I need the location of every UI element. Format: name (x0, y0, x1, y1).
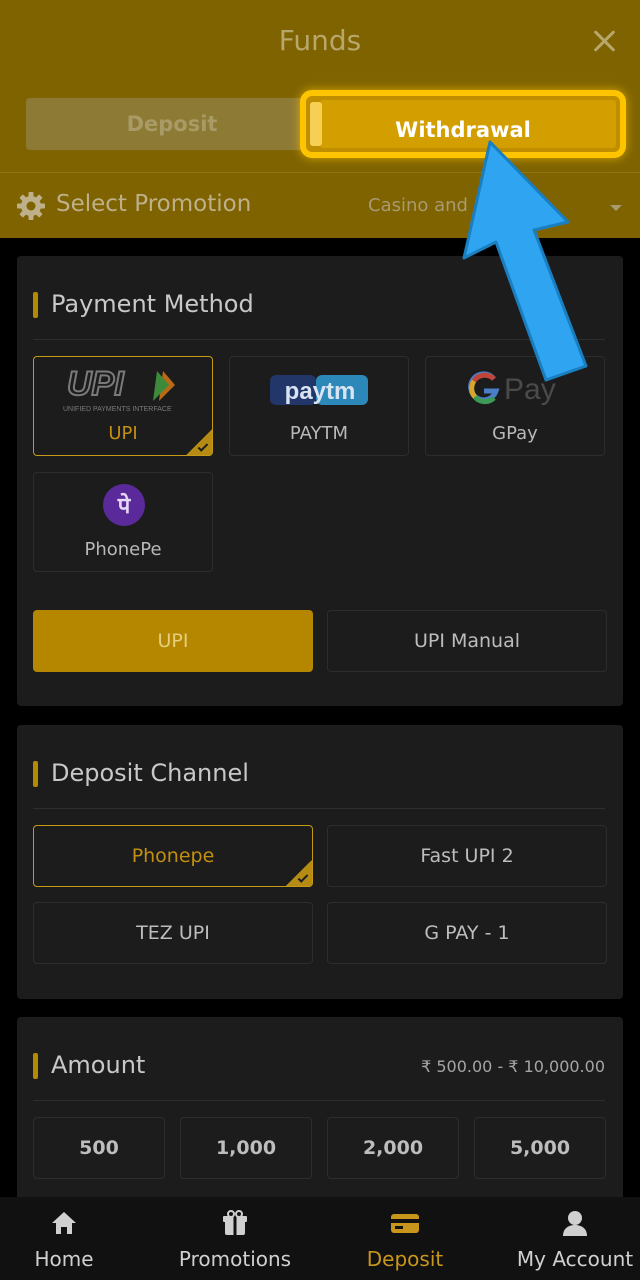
upi-logo: UPI UNIFIED PAYMENTS INTERFACE (63, 364, 175, 413)
checkmark-icon (286, 860, 312, 886)
payment-option-label: PAYTM (289, 423, 349, 444)
gear-icon (17, 192, 45, 220)
annotation-arrow-icon (462, 140, 588, 382)
caret-down-icon (610, 205, 622, 211)
home-icon (52, 1212, 76, 1234)
promotion-label: Select Promotion (56, 191, 252, 217)
amount-card: Amount ₹ 500.00 - ₹ 10,000.00 500 1,000 … (17, 1017, 623, 1217)
tab-deposit[interactable]: Deposit (26, 98, 318, 150)
deposit-channel-title: Deposit Channel (51, 759, 249, 787)
payment-option-upi[interactable]: UPI UNIFIED PAYMENTS INTERFACE UPI (33, 356, 213, 456)
section-accent-bar (33, 1053, 38, 1079)
payment-option-phonepe[interactable]: पे PhonePe (33, 472, 213, 572)
nav-label: Home (34, 1247, 94, 1271)
page-title: Funds (278, 24, 362, 57)
nav-my-account[interactable]: My Account (510, 1197, 640, 1280)
svg-text:पे: पे (117, 492, 132, 519)
payment-option-label: PhonePe (84, 539, 162, 560)
svg-text:UPI: UPI (67, 365, 125, 403)
divider (33, 808, 605, 809)
amount-preset-500[interactable]: 500 (33, 1117, 165, 1179)
channel-gpay-1-button[interactable]: G PAY - 1 (327, 902, 607, 964)
close-icon[interactable] (590, 26, 620, 56)
amount-preset-1000[interactable]: 1,000 (180, 1117, 312, 1179)
amount-preset-2000[interactable]: 2,000 (327, 1117, 459, 1179)
checkmark-icon (186, 429, 212, 455)
phonepe-logo: पे (103, 484, 145, 526)
svg-text:UNIFIED PAYMENTS INTERFACE: UNIFIED PAYMENTS INTERFACE (63, 406, 172, 413)
section-accent-bar (33, 761, 38, 787)
divider (33, 1100, 605, 1101)
tab-withdrawal-knob (310, 102, 322, 146)
deposit-channel-header: Deposit Channel (33, 759, 605, 789)
amount-header: Amount ₹ 500.00 - ₹ 10,000.00 (33, 1051, 605, 1081)
amount-preset-5000[interactable]: 5,000 (474, 1117, 606, 1179)
mode-upi-button[interactable]: UPI (33, 610, 313, 672)
card-icon (391, 1214, 419, 1233)
user-icon (563, 1211, 587, 1236)
deposit-channel-card: Deposit Channel Phonepe Fast UPI 2 TEZ U… (17, 725, 623, 999)
channel-phonepe-button[interactable]: Phonepe (33, 825, 313, 887)
section-accent-bar (33, 292, 38, 318)
payment-method-title: Payment Method (51, 290, 254, 318)
nav-home[interactable]: Home (0, 1197, 128, 1280)
bottom-nav: Home Promotions Deposit My Account (0, 1197, 640, 1280)
nav-label: Promotions (178, 1247, 292, 1271)
payment-option-paytm[interactable]: paytm PAYTM (229, 356, 409, 456)
channel-fast-upi-2-button[interactable]: Fast UPI 2 (327, 825, 607, 887)
mode-upi-manual-button[interactable]: UPI Manual (327, 610, 607, 672)
channel-tez-upi-button[interactable]: TEZ UPI (33, 902, 313, 964)
gift-icon (223, 1210, 247, 1235)
channel-label: Phonepe (131, 845, 215, 867)
payment-option-label: GPay (492, 423, 538, 444)
nav-label: Deposit (366, 1247, 444, 1271)
paytm-logo: paytm (270, 375, 368, 405)
amount-range: ₹ 500.00 - ₹ 10,000.00 (421, 1057, 605, 1076)
nav-promotions[interactable]: Promotions (160, 1197, 310, 1280)
nav-deposit[interactable]: Deposit (345, 1197, 465, 1280)
nav-label: My Account (516, 1247, 634, 1271)
amount-title: Amount (51, 1051, 146, 1079)
svg-text:paytm: paytm (285, 378, 356, 405)
